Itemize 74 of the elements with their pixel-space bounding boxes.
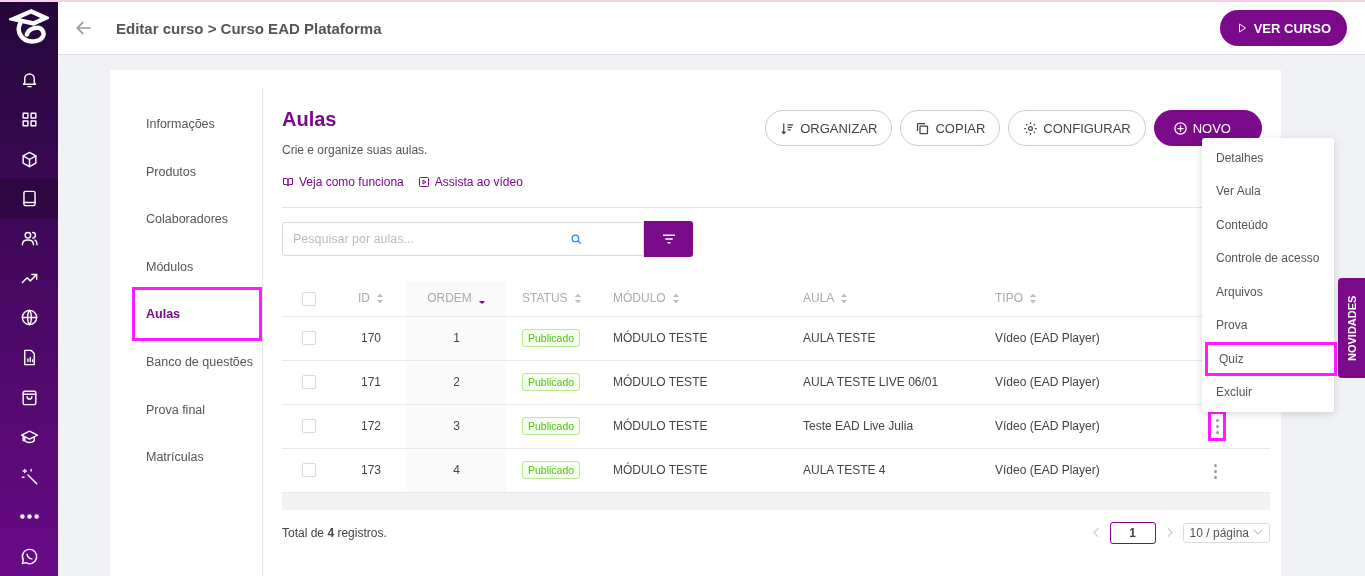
more-icon bbox=[19, 514, 39, 519]
menu-item[interactable]: Arquivos bbox=[1202, 275, 1334, 309]
table-cell: 173 bbox=[361, 463, 381, 477]
nav-item[interactable]: Produtos bbox=[110, 149, 262, 194]
nav-item[interactable]: Módulos bbox=[110, 244, 262, 289]
table-cell: 2 bbox=[453, 375, 460, 389]
table-cell: Vídeo (EAD Player) bbox=[995, 375, 1100, 389]
action-button[interactable]: CONFIGURAR bbox=[1008, 110, 1146, 146]
row-checkbox[interactable] bbox=[301, 463, 316, 478]
table-cell: AULA TESTE LIVE 06/01 bbox=[803, 375, 939, 389]
section-title: Aulas bbox=[282, 108, 338, 131]
table-cell: 170 bbox=[361, 331, 381, 345]
plus-icon bbox=[1172, 120, 1188, 136]
status-tag: Publicado bbox=[522, 417, 581, 435]
globe-icon bbox=[19, 308, 39, 328]
book-icon bbox=[282, 176, 294, 188]
copy-icon bbox=[915, 120, 931, 136]
settings-icon bbox=[1023, 120, 1039, 136]
row-checkbox[interactable] bbox=[301, 375, 316, 390]
table-cell: 4 bbox=[453, 463, 460, 477]
nav-item[interactable]: Aulas bbox=[132, 287, 262, 342]
table-cell: 3 bbox=[453, 419, 460, 433]
cube-icon bbox=[19, 149, 39, 169]
table-cell: Teste EAD Live Julia bbox=[803, 419, 914, 433]
menu-item[interactable]: Controle de acesso bbox=[1202, 241, 1334, 275]
view-course-button[interactable]: VER CURSO bbox=[1219, 10, 1347, 46]
menu-item[interactable]: Ver Aula bbox=[1202, 174, 1334, 208]
status-tag: Publicado bbox=[522, 461, 581, 479]
status-tag: Publicado bbox=[522, 373, 581, 391]
chevron-down-icon bbox=[1253, 529, 1263, 536]
table-cell: Vídeo (EAD Player) bbox=[995, 331, 1100, 345]
table-cell: MÓDULO TESTE bbox=[613, 463, 708, 477]
grid-icon bbox=[19, 109, 39, 129]
table-cell: Vídeo (EAD Player) bbox=[995, 419, 1100, 433]
select-all-checkbox[interactable] bbox=[301, 291, 316, 306]
rail-item[interactable] bbox=[0, 178, 58, 219]
chat-icon bbox=[19, 546, 39, 566]
play-icon bbox=[417, 176, 430, 188]
nav-item[interactable]: Colaboradores bbox=[110, 197, 262, 242]
total-count: Total de 4 registros. bbox=[282, 525, 387, 540]
menu-item[interactable]: Conteúdo bbox=[1202, 208, 1334, 242]
menu-item[interactable]: Quiz bbox=[1205, 342, 1337, 376]
search-field[interactable]: Pesquisar por aulas... bbox=[282, 222, 644, 256]
search-icon[interactable] bbox=[570, 233, 583, 246]
page-field[interactable]: 1 bbox=[1109, 521, 1156, 544]
action-button[interactable]: COPIAR bbox=[900, 110, 1001, 146]
table-cell: MÓDULO TESTE bbox=[613, 375, 708, 389]
page-size-select[interactable]: 10 / página bbox=[1182, 522, 1270, 543]
menu-item[interactable]: Prova bbox=[1202, 308, 1334, 342]
nav-item[interactable]: Prova final bbox=[110, 387, 262, 432]
table-cell: AULA TESTE bbox=[803, 331, 876, 345]
row-checkbox[interactable] bbox=[301, 331, 316, 346]
table-cell: MÓDULO TESTE bbox=[613, 419, 708, 433]
action-button[interactable]: ORGANIZAR bbox=[765, 110, 893, 146]
section-subtitle: Crie e organize suas aulas. bbox=[282, 143, 429, 157]
nav-item[interactable]: Banco de questões bbox=[110, 340, 262, 384]
wand-icon bbox=[19, 467, 39, 487]
help-link[interactable]: Assista ao vídeo bbox=[417, 175, 523, 189]
page-title: Editar curso > Curso EAD Plataforma bbox=[116, 19, 383, 37]
row-checkbox[interactable] bbox=[301, 419, 316, 434]
table-cell: 171 bbox=[361, 375, 381, 389]
table-cell: Vídeo (EAD Player) bbox=[995, 463, 1100, 477]
nav-item[interactable]: Matrículas bbox=[110, 435, 262, 480]
table-cell: AULA TESTE 4 bbox=[803, 463, 886, 477]
table-cell: 1 bbox=[453, 331, 460, 345]
status-tag: Publicado bbox=[522, 329, 581, 347]
nav-item[interactable]: Informações bbox=[110, 102, 262, 146]
table-cell: 172 bbox=[361, 419, 381, 433]
filter-button[interactable] bbox=[644, 221, 693, 257]
news-tab[interactable]: NOVIDADES bbox=[1338, 278, 1365, 378]
help-link[interactable]: Veja como funciona bbox=[282, 175, 404, 189]
bag-icon bbox=[19, 387, 39, 407]
table-cell: MÓDULO TESTE bbox=[613, 331, 708, 345]
menu-item[interactable]: Excluir bbox=[1202, 375, 1334, 409]
